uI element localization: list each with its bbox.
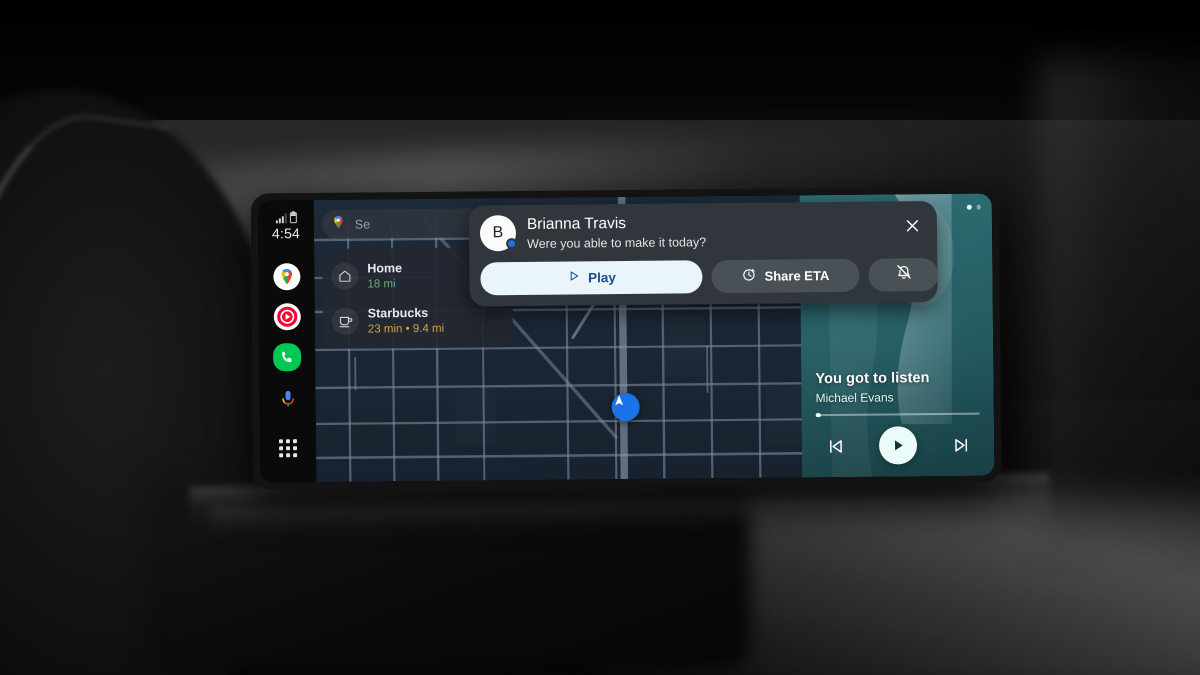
list-item-detail: 18 mi	[367, 278, 396, 291]
play-button[interactable]: Play	[480, 259, 703, 296]
notification-card[interactable]: B Brianna Travis Were you able to make i…	[468, 201, 939, 307]
maps-app-icon[interactable]	[272, 263, 301, 291]
skip-previous-icon[interactable]	[822, 433, 848, 459]
status-clock: 4:54	[271, 225, 301, 242]
share-eta-button-label: Share ETA	[764, 267, 830, 284]
timer-clock-icon	[741, 267, 756, 285]
media-page-indicator	[966, 204, 981, 210]
list-item-title: Home	[367, 261, 403, 276]
car-interior-scene: 4:54 Se Home 18 mi Starbucks 23 min • 9.…	[0, 0, 1200, 675]
media-controls	[816, 426, 980, 470]
bell-slash-icon	[895, 263, 912, 285]
screen-content: Se Home 18 mi Starbucks 23 min • 9.4 mi …	[313, 193, 995, 482]
signal-bars-icon	[275, 212, 287, 224]
youtube-music-app-icon[interactable]	[273, 303, 301, 331]
navigation-arrow-icon	[611, 392, 640, 422]
avatar: B	[479, 215, 518, 252]
notification-header: B Brianna Travis Were you able to make i…	[479, 210, 925, 253]
play-triangle-icon	[567, 270, 580, 286]
play-pause-button[interactable]	[878, 426, 918, 465]
system-rail: 4:54	[257, 199, 317, 483]
head-unit-screen: 4:54 Se Home 18 mi Starbucks 23 min • 9.…	[257, 193, 995, 483]
assistant-mic-icon[interactable]	[275, 387, 299, 413]
rail-app-list	[272, 263, 302, 458]
media-track-title: You got to listen	[815, 370, 930, 388]
list-item-title: Starbucks	[367, 305, 429, 321]
notification-sender: Brianna Travis	[526, 214, 627, 233]
share-eta-button[interactable]: Share ETA	[711, 258, 860, 293]
notification-text: Brianna Travis Were you able to make it …	[527, 210, 888, 252]
messaging-app-badge-icon	[506, 238, 518, 250]
home-icon	[331, 262, 359, 290]
media-artist-name: Michael Evans	[815, 389, 894, 405]
app-grid-icon[interactable]	[278, 439, 298, 458]
maps-pin-icon	[331, 214, 346, 234]
media-progress-bar[interactable]	[815, 412, 980, 417]
right-trim	[1040, 60, 1200, 540]
status-icons	[275, 210, 297, 224]
play-button-label: Play	[587, 269, 616, 285]
skip-next-icon[interactable]	[948, 432, 974, 458]
search-placeholder-text: Se	[354, 216, 371, 232]
media-info: You got to listen Michael Evans	[801, 370, 994, 470]
battery-icon	[289, 212, 297, 224]
mute-button[interactable]	[868, 257, 939, 292]
notification-actions: Play Share ETA	[480, 257, 939, 296]
phone-app-icon[interactable]	[273, 343, 302, 372]
coffee-cup-icon	[331, 307, 359, 335]
head-unit-device: 4:54 Se Home 18 mi Starbucks 23 min • 9.…	[250, 186, 1002, 490]
list-item-detail: 23 min • 9.4 mi	[367, 322, 445, 336]
notification-message: Were you able to make it today?	[527, 235, 707, 252]
close-icon[interactable]	[899, 212, 925, 238]
